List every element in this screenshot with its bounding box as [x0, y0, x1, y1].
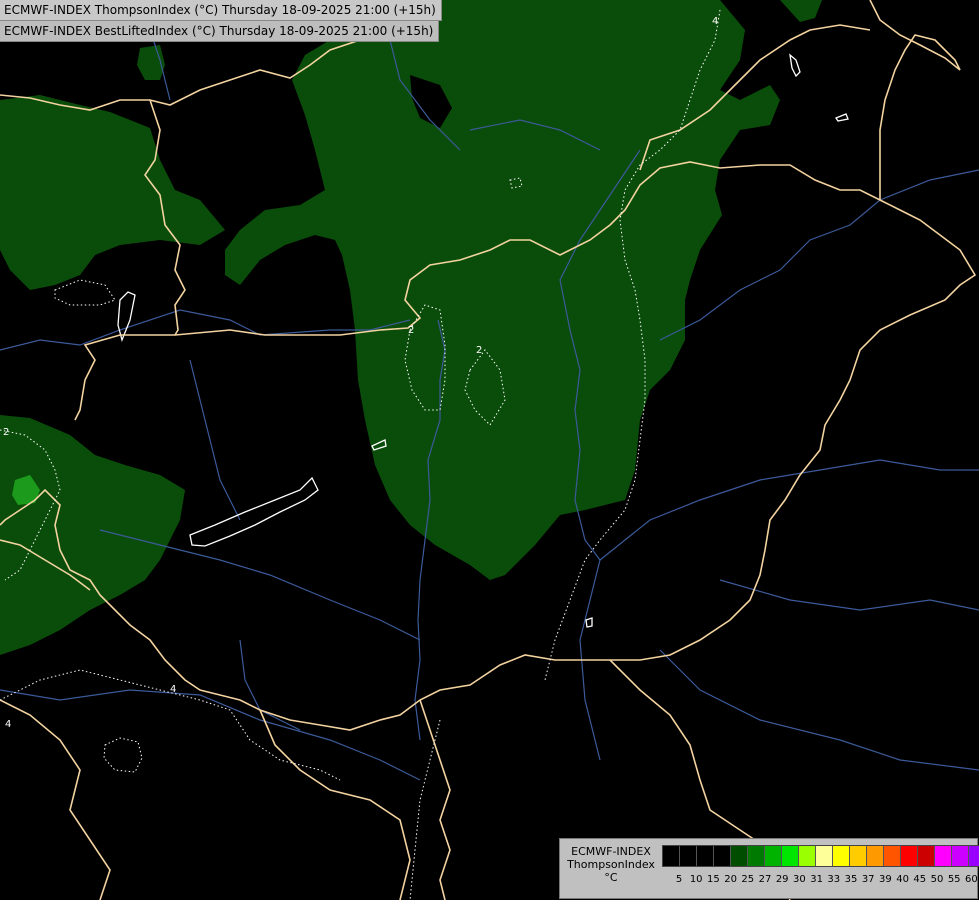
- legend-swatch: [782, 846, 799, 866]
- color-legend: ECMWF-INDEX ThompsonIndex °C 5 10 15 20 25 27…: [559, 838, 979, 899]
- contour-label: 4: [5, 719, 11, 730]
- legend-title: ECMWF-INDEX ThompsonIndex °C: [562, 845, 660, 884]
- legend-tick: 50: [930, 874, 944, 885]
- contour-label: 4: [712, 16, 718, 27]
- legend-swatch: [799, 846, 816, 866]
- legend-tick: 27: [758, 874, 772, 885]
- legend-swatch: [714, 846, 731, 866]
- legend-swatch: [748, 846, 765, 866]
- legend-swatch: [816, 846, 833, 866]
- contour-label: 4: [170, 684, 176, 695]
- legend-swatch: [884, 846, 901, 866]
- legend-swatch: [952, 846, 969, 866]
- legend-swatch: [663, 846, 680, 866]
- legend-swatch: [697, 846, 714, 866]
- legend-title-line: ECMWF-INDEX: [571, 845, 651, 858]
- legend-swatch: [935, 846, 952, 866]
- legend-tick: 30: [793, 874, 806, 885]
- legend-tick-labels: 5 10 15 20 25 27 29 30 31 33 35 37 39 40 45 50 55 60: [662, 874, 978, 888]
- weather-map: 2 2 2 4 4 4: [0, 0, 979, 900]
- legend-tick: 10: [689, 874, 703, 885]
- legend-swatch: [901, 846, 918, 866]
- title-thompson-index: ECMWF-INDEX ThompsonIndex (°C) Thursday …: [0, 0, 442, 21]
- legend-tick: 33: [827, 874, 841, 885]
- legend-tick: 25: [741, 874, 755, 885]
- legend-tick: 37: [861, 874, 875, 885]
- legend-swatch: [680, 846, 697, 866]
- legend-color-bar: [662, 845, 979, 867]
- legend-tick: 31: [810, 874, 823, 885]
- legend-title-line: ThompsonIndex: [567, 858, 655, 871]
- legend-swatch: [731, 846, 748, 866]
- legend-tick: 55: [947, 874, 961, 885]
- legend-tick: 35: [844, 874, 858, 885]
- contour-label: 2: [476, 345, 482, 356]
- legend-tick: 5: [675, 874, 683, 885]
- legend-tick: 60: [965, 874, 978, 885]
- legend-tick: 15: [707, 874, 720, 885]
- contour-label: 2: [408, 325, 414, 336]
- legend-swatch: [918, 846, 935, 866]
- legend-swatch: [867, 846, 884, 866]
- title-best-lifted-index: ECMWF-INDEX BestLiftedIndex (°C) Thursda…: [0, 21, 440, 42]
- legend-swatch: [969, 846, 979, 866]
- legend-tick: 20: [724, 874, 737, 885]
- legend-tick: 45: [913, 874, 927, 885]
- legend-swatch: [765, 846, 782, 866]
- legend-swatch: [850, 846, 867, 866]
- legend-tick: 39: [879, 874, 892, 885]
- legend-tick: 29: [775, 874, 789, 885]
- contour-label: 2: [3, 427, 9, 438]
- legend-title-line: °C: [604, 871, 618, 884]
- legend-swatch: [833, 846, 850, 866]
- legend-tick: 40: [896, 874, 909, 885]
